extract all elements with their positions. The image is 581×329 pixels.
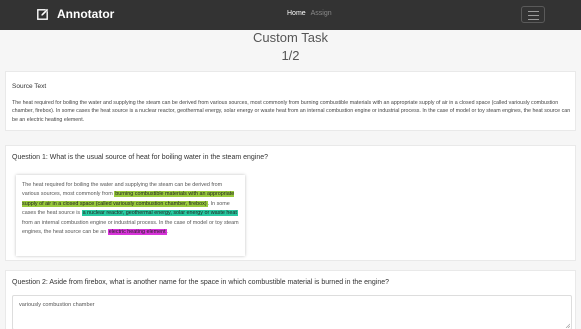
nav-home-link[interactable]: Home — [287, 10, 306, 17]
source-heading: Source Text — [12, 83, 47, 90]
question-2-card: Question 2: Aside from firebox, what is … — [5, 270, 576, 329]
hamburger-icon-line — [528, 19, 539, 20]
source-text-card: Source Text The heat required for boilin… — [5, 71, 576, 131]
nav-links: Home Assign — [287, 10, 332, 17]
menu-toggle-button[interactable] — [521, 6, 545, 23]
task-progress: 1/2 — [281, 48, 300, 63]
brand-name: Annotator — [57, 7, 115, 21]
hamburger-icon-line — [528, 15, 539, 16]
edit-square-icon — [37, 8, 49, 20]
source-text: The heat required for boiling the water … — [12, 100, 571, 123]
highlight-span-2[interactable]: a nuclear reactor, geothermal energy, so… — [81, 210, 238, 217]
answer-text: variously combustion chamber — [19, 302, 95, 308]
nav-assign-link[interactable]: Assign — [311, 10, 332, 17]
navbar: Annotator Home Assign — [0, 0, 581, 30]
annotated-passage[interactable]: The heat required for boiling the water … — [16, 175, 245, 256]
page-title: Custom Task — [253, 30, 328, 45]
brand[interactable]: Annotator — [37, 7, 114, 21]
highlight-span-3[interactable]: electric heating element — [107, 229, 167, 236]
passage-segment: . — [166, 229, 169, 236]
answer-textarea[interactable]: variously combustion chamber — [12, 295, 572, 329]
question-1-card: Question 1: What is the usual source of … — [5, 145, 576, 261]
hamburger-icon — [528, 11, 539, 12]
question-1-heading: Question 1: What is the usual source of … — [12, 154, 269, 161]
question-2-heading: Question 2: Aside from firebox, what is … — [12, 279, 390, 286]
resize-grip-icon[interactable] — [565, 323, 570, 328]
